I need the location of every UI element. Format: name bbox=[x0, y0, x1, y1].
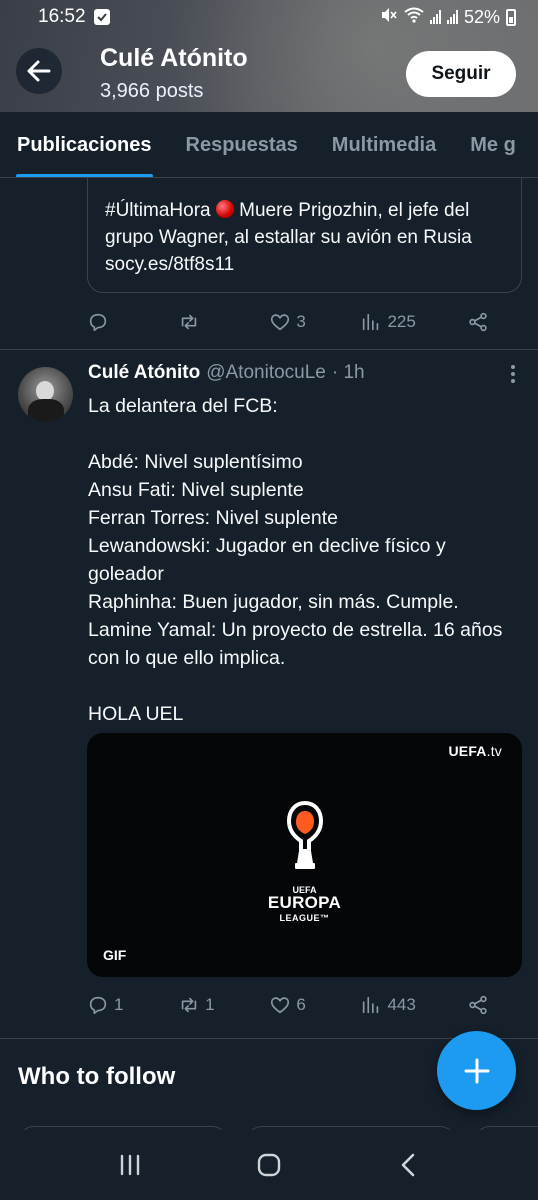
recent-apps-icon bbox=[120, 1154, 139, 1176]
arrow-left-icon bbox=[27, 60, 51, 82]
retweet-icon bbox=[181, 314, 197, 330]
who-to-follow-heading: Who to follow bbox=[18, 1063, 176, 1090]
views-chart-icon bbox=[363, 313, 379, 331]
tab-respuestas[interactable]: Respuestas bbox=[169, 112, 315, 177]
recent-apps-button[interactable] bbox=[105, 1140, 155, 1190]
compose-button[interactable] bbox=[437, 1031, 516, 1110]
signal-icon-2 bbox=[446, 10, 458, 24]
tweet-header: Culé Atónito @AtonitocuLe · 1h bbox=[88, 362, 365, 384]
share-icon bbox=[469, 995, 487, 1015]
mute-icon bbox=[380, 7, 398, 28]
tweet-divider bbox=[0, 349, 538, 350]
chevron-left-icon bbox=[402, 1153, 415, 1177]
tweet-actions: 1 1 6 443 bbox=[87, 989, 507, 1021]
share-button[interactable] bbox=[467, 311, 507, 333]
tweet-actions: 3 225 bbox=[87, 306, 507, 338]
battery-label: 52% bbox=[463, 6, 500, 27]
share-button[interactable] bbox=[467, 994, 507, 1016]
tweet-line: Raphinha: Buen jugador, sin más. Cumple. bbox=[88, 591, 459, 613]
red-circle-emoji-icon bbox=[215, 200, 234, 218]
views-button[interactable]: 443 bbox=[360, 994, 416, 1016]
reply-icon bbox=[89, 996, 107, 1015]
back-button[interactable] bbox=[16, 48, 62, 94]
status-time: 16:52 bbox=[38, 6, 86, 27]
logo-europa-text: EUROPA bbox=[267, 893, 342, 912]
follow-button[interactable]: Seguir bbox=[406, 51, 516, 97]
post-count: 3,966 posts bbox=[100, 80, 204, 102]
signal-icon bbox=[429, 10, 441, 24]
share-icon bbox=[469, 312, 487, 332]
retweet-icon bbox=[181, 997, 197, 1013]
tweet-time: · 1h bbox=[331, 362, 365, 383]
quoted-tweet-card[interactable]: #ÚltimaHora Muere Prigozhin, el jefe del… bbox=[87, 160, 522, 293]
tweet-line: La delantera del FCB: bbox=[88, 395, 278, 417]
reply-button[interactable]: 1 bbox=[87, 994, 127, 1016]
wifi-icon bbox=[404, 7, 424, 28]
retweet-button[interactable] bbox=[178, 311, 218, 333]
heart-icon bbox=[271, 997, 290, 1014]
profile-name: Culé Atónito bbox=[100, 44, 248, 72]
europa-league-trophy-icon bbox=[286, 801, 324, 869]
home-icon bbox=[257, 1153, 281, 1177]
heart-icon bbox=[271, 314, 290, 331]
logo-league-text: LEAGUE™ bbox=[279, 913, 330, 923]
profile-tabs: Publicaciones Respuestas Multimedia Me g bbox=[0, 112, 538, 178]
tweet-media-gif[interactable]: UEFA.tv UEFA EUROPA LEAGUE™ GIF bbox=[87, 733, 522, 977]
uefa-tv-watermark: UEFA.tv bbox=[448, 743, 502, 759]
like-button[interactable]: 6 bbox=[269, 994, 309, 1016]
tweet-line bbox=[88, 420, 518, 448]
tweet-line: Ferran Torres: Nivel suplente bbox=[88, 507, 338, 529]
tab-multimedia[interactable]: Multimedia bbox=[315, 112, 453, 177]
tweet-line: Lewandowski: Jugador en declive físico y… bbox=[88, 535, 446, 585]
tweet-text: La delantera del FCB: Abdé: Nivel suplen… bbox=[88, 392, 518, 728]
tweet-line: Ansu Fati: Nivel suplente bbox=[88, 479, 304, 501]
tab-publicaciones[interactable]: Publicaciones bbox=[0, 112, 169, 177]
tweet-author-name[interactable]: Culé Atónito bbox=[88, 362, 200, 384]
plus-icon bbox=[464, 1058, 489, 1083]
reply-button[interactable] bbox=[87, 311, 127, 333]
gif-badge: GIF bbox=[103, 947, 127, 963]
like-button[interactable]: 3 bbox=[269, 311, 309, 333]
reply-icon bbox=[89, 313, 107, 332]
views-button[interactable]: 225 bbox=[360, 311, 416, 333]
tab-me-gusta[interactable]: Me g bbox=[453, 112, 533, 177]
tweet-line: HOLA UEL bbox=[88, 703, 184, 725]
battery-icon bbox=[506, 8, 516, 26]
tweet-line: Lamine Yamal: Un proyecto de estrella. 1… bbox=[88, 619, 503, 669]
notification-check-icon bbox=[93, 9, 110, 25]
more-options-icon[interactable] bbox=[510, 364, 516, 390]
tweet-line bbox=[88, 672, 518, 700]
avatar[interactable] bbox=[18, 367, 73, 422]
home-button[interactable] bbox=[244, 1140, 294, 1190]
system-navigation-bar bbox=[0, 1130, 538, 1200]
tweet-line: Abdé: Nivel suplentísimo bbox=[88, 451, 303, 473]
system-back-button[interactable] bbox=[383, 1140, 433, 1190]
status-bar: 16:52 52% bbox=[0, 0, 538, 34]
quoted-tweet-text: #ÚltimaHora Muere Prigozhin, el jefe del… bbox=[105, 200, 472, 275]
tweet-author-handle[interactable]: @AtonitocuLe bbox=[206, 362, 326, 384]
retweet-button[interactable]: 1 bbox=[178, 994, 218, 1016]
views-chart-icon bbox=[363, 996, 379, 1014]
